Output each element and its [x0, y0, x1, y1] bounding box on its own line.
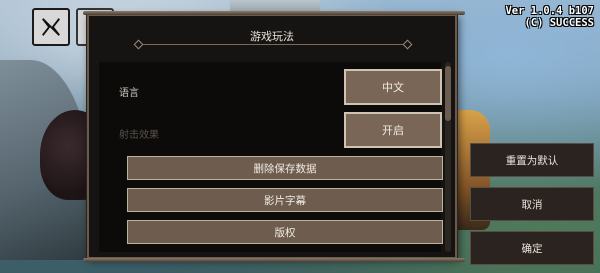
- shooting-effect-toggle[interactable]: 开启: [344, 112, 442, 148]
- cancel-button[interactable]: 取消: [470, 187, 594, 221]
- settings-panel: 游戏玩法 语言 中文 射击效果 开启 删除保存数据 影片字幕 版权: [83, 11, 465, 262]
- version-line: Ver 1.0.4 b107: [505, 5, 594, 17]
- shooting-effect-label: 射击效果: [119, 130, 159, 141]
- language-label: 语言: [119, 88, 139, 99]
- scrollbar-thumb[interactable]: [445, 66, 451, 121]
- language-value-button[interactable]: 中文: [344, 69, 442, 105]
- x-logo-button[interactable]: [32, 8, 70, 46]
- panel-rod-top: [83, 11, 465, 15]
- title-divider: [133, 39, 413, 50]
- subtitles-button[interactable]: 影片字幕: [127, 188, 443, 212]
- copyright-button[interactable]: 版权: [127, 220, 443, 244]
- panel-title: 游戏玩法: [250, 30, 294, 43]
- copyright-line: (C) SUCCESS: [524, 17, 594, 29]
- version-info: Ver 1.0.4 b107 (C) SUCCESS: [505, 5, 594, 29]
- settings-content[interactable]: 语言 中文 射击效果 开启 删除保存数据 影片字幕 版权: [99, 62, 443, 252]
- confirm-button[interactable]: 确定: [470, 231, 594, 265]
- reset-default-button[interactable]: 重置为默认: [470, 143, 594, 177]
- panel-rod-bottom: [83, 258, 465, 262]
- delete-save-button[interactable]: 删除保存数据: [127, 156, 443, 180]
- x-logo-icon: [42, 18, 60, 36]
- content-scrollbar[interactable]: [445, 62, 451, 252]
